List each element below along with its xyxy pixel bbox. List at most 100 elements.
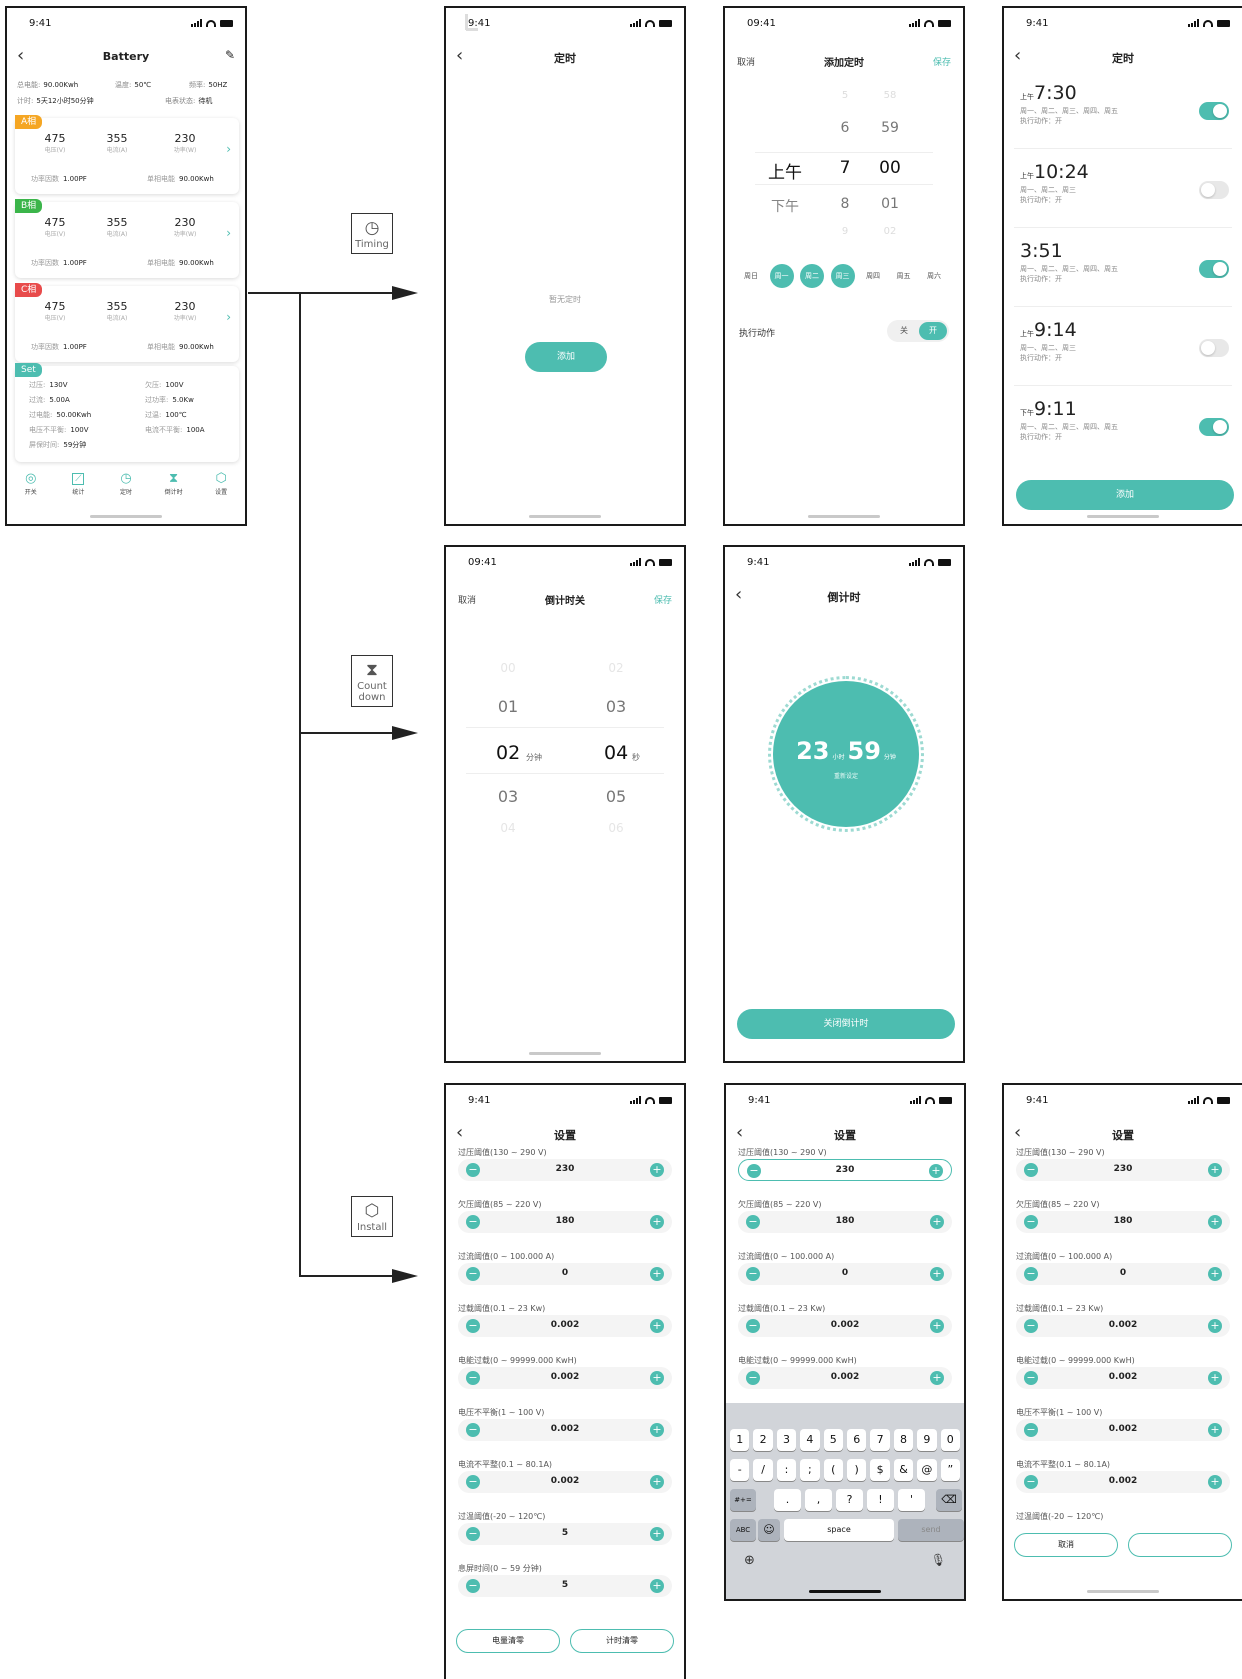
emoji-icon[interactable]: ☺: [758, 1519, 780, 1541]
plus-button[interactable]: +: [930, 1371, 944, 1385]
phase-card[interactable]: B相 475 电压(V) 355 电流(A) 230 功率(W) › 功率因数 1.00PF 单相电…: [15, 199, 239, 278]
key-6[interactable]: 6: [847, 1429, 867, 1451]
save-button[interactable]: 保存: [1128, 1533, 1232, 1557]
setting-value[interactable]: 0.002: [738, 1320, 952, 1330]
second-option[interactable]: 03: [604, 697, 628, 716]
weekday-toggle[interactable]: 周日: [739, 264, 763, 288]
setting-value[interactable]: 0.002: [738, 1372, 952, 1382]
minute-option[interactable]: 59: [875, 120, 905, 136]
minute-option[interactable]: 00: [496, 661, 520, 675]
tab-settings[interactable]: ⬡ 设置: [201, 471, 241, 496]
setting-field[interactable]: −0.002 +: [458, 1471, 672, 1493]
minute-option[interactable]: 03: [496, 787, 520, 806]
weekday-toggle[interactable]: 周五: [892, 264, 916, 288]
action-switch[interactable]: 关开: [887, 320, 949, 342]
setting-value[interactable]: 230: [458, 1164, 672, 1174]
minute-option[interactable]: 00: [875, 158, 905, 178]
setting-field[interactable]: −230 +: [458, 1159, 672, 1181]
plus-button[interactable]: +: [1208, 1423, 1222, 1437]
setting-value[interactable]: 0.002: [458, 1476, 672, 1486]
key-symbol[interactable]: /: [753, 1459, 773, 1481]
plus-button[interactable]: +: [650, 1423, 664, 1437]
timer-item[interactable]: 3:51 周一、周二、周三、周四、周五 执行动作：开: [1020, 240, 1118, 284]
setting-field[interactable]: −0.002 +: [1016, 1367, 1230, 1389]
plus-button[interactable]: +: [1208, 1371, 1222, 1385]
setting-field[interactable]: −0.002 +: [1016, 1315, 1230, 1337]
setting-field[interactable]: −180 +: [1016, 1211, 1230, 1233]
setting-value[interactable]: 230: [739, 1165, 951, 1175]
plus-button[interactable]: +: [650, 1579, 664, 1593]
hour-option[interactable]: 5: [835, 90, 855, 101]
setting-value[interactable]: 0.002: [458, 1372, 672, 1382]
weekday-toggle[interactable]: 周四: [861, 264, 885, 288]
ampm-option[interactable]: 下午: [765, 196, 805, 216]
setting-field[interactable]: −180 +: [458, 1211, 672, 1233]
phase-card[interactable]: A相 475 电压(V) 355 电流(A) 230 功率(W) › 功率因数 1.00PF 单相电…: [15, 115, 239, 194]
key-symbol[interactable]: !: [867, 1489, 894, 1511]
plus-button[interactable]: +: [650, 1163, 664, 1177]
setting-value[interactable]: 180: [458, 1216, 672, 1226]
key-0[interactable]: 0: [940, 1429, 960, 1451]
hour-option[interactable]: 8: [835, 196, 855, 212]
weekday-toggle[interactable]: 周六: [922, 264, 946, 288]
timer-toggle[interactable]: [1199, 102, 1229, 120]
setting-field[interactable]: −230 +: [1016, 1159, 1230, 1181]
setting-field[interactable]: −0 +: [738, 1263, 952, 1285]
phase-card[interactable]: C相 475 电压(V) 355 电流(A) 230 功率(W) › 功率因数 1.00PF 单相电…: [15, 283, 239, 362]
key-9[interactable]: 9: [917, 1429, 937, 1451]
hour-option[interactable]: 9: [835, 226, 855, 237]
setting-value[interactable]: 0: [1016, 1268, 1230, 1278]
setting-field[interactable]: −0.002 +: [458, 1419, 672, 1441]
setting-value[interactable]: 0.002: [1016, 1476, 1230, 1486]
setting-value[interactable]: 0.002: [1016, 1424, 1230, 1434]
key-4[interactable]: 4: [800, 1429, 820, 1451]
key-symbol[interactable]: ;: [800, 1459, 820, 1481]
key-symbol[interactable]: @: [917, 1459, 937, 1481]
key-symbol[interactable]: #+=: [730, 1489, 756, 1511]
off-option[interactable]: 关: [893, 325, 915, 336]
ampm-option[interactable]: 上午: [765, 158, 805, 183]
setting-field[interactable]: −0.002 +: [458, 1315, 672, 1337]
setting-field[interactable]: −180 +: [738, 1211, 952, 1233]
reset-link[interactable]: 重新设定: [773, 771, 919, 780]
weekday-toggle[interactable]: 周三: [830, 264, 855, 288]
setting-field[interactable]: −0.002 +: [1016, 1419, 1230, 1441]
setting-field[interactable]: −0.002 +: [738, 1315, 952, 1337]
setting-field[interactable]: −5 +: [458, 1523, 672, 1545]
setting-field[interactable]: −0.002 +: [738, 1367, 952, 1389]
setting-value[interactable]: 5: [458, 1580, 672, 1590]
second-option[interactable]: 04: [604, 742, 628, 764]
setting-field[interactable]: −0 +: [1016, 1263, 1230, 1285]
minute-option[interactable]: 02: [875, 226, 905, 237]
setting-field[interactable]: −0.002 +: [1016, 1471, 1230, 1493]
key-2[interactable]: 2: [753, 1429, 773, 1451]
plus-button[interactable]: +: [930, 1319, 944, 1333]
setting-value[interactable]: 0.002: [1016, 1320, 1230, 1330]
key-symbol[interactable]: $: [870, 1459, 890, 1481]
plus-button[interactable]: +: [1208, 1163, 1222, 1177]
key-symbol[interactable]: .: [774, 1489, 801, 1511]
minute-option[interactable]: 02: [496, 742, 520, 764]
second-option[interactable]: 02: [604, 661, 628, 675]
cancel-button[interactable]: 取消: [1014, 1533, 1118, 1557]
space-key[interactable]: space: [784, 1519, 894, 1541]
microphone-icon[interactable]: 🎙: [931, 1553, 946, 1567]
setting-value[interactable]: 0: [458, 1268, 672, 1278]
send-key[interactable]: send: [898, 1519, 964, 1541]
chevron-right-icon[interactable]: ›: [226, 226, 231, 240]
timer-item[interactable]: 下午9:11 周一、周二、周三、周四、周五 执行动作：开: [1020, 398, 1118, 442]
plus-button[interactable]: +: [650, 1215, 664, 1229]
weekday-toggle[interactable]: 周二: [800, 264, 824, 288]
timer-item[interactable]: 上午10:24 周一、周二、周三 执行动作：开: [1020, 161, 1089, 205]
key-symbol[interactable]: ': [898, 1489, 925, 1511]
chevron-right-icon[interactable]: ›: [226, 142, 231, 156]
setting-value[interactable]: 5: [458, 1528, 672, 1538]
second-option[interactable]: 05: [604, 787, 628, 806]
key-symbol[interactable]: :: [776, 1459, 797, 1481]
setting-value[interactable]: 0.002: [458, 1320, 672, 1330]
plus-button[interactable]: +: [650, 1319, 664, 1333]
setting-value[interactable]: 180: [738, 1216, 952, 1226]
tab-chart[interactable]: ⟋ 统计: [58, 471, 98, 496]
tab-hourglass[interactable]: ⧗ 倒计时: [154, 471, 194, 496]
backspace-key[interactable]: ⌫: [936, 1489, 962, 1511]
